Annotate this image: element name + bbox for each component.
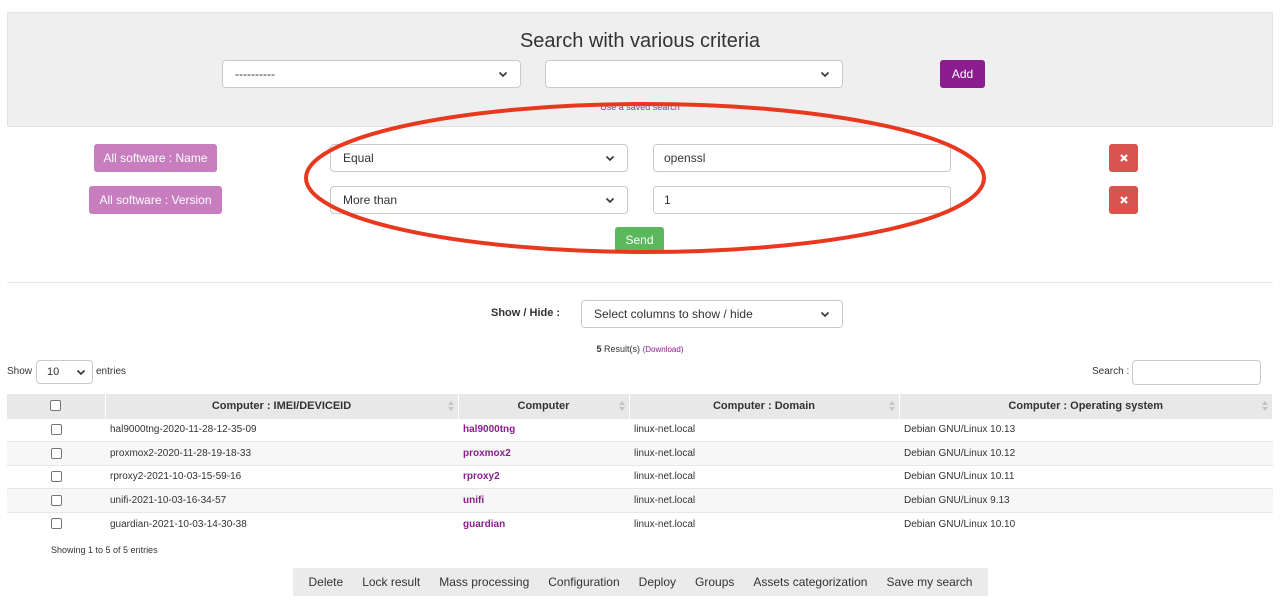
configuration-action[interactable]: Configuration bbox=[548, 575, 619, 589]
computer-link[interactable]: rproxy2 bbox=[463, 471, 500, 482]
mass-processing-action[interactable]: Mass processing bbox=[439, 575, 529, 589]
table-search-input[interactable] bbox=[1132, 360, 1261, 385]
results-suffix: Result(s) bbox=[604, 344, 641, 354]
save-search-action[interactable]: Save my search bbox=[886, 575, 972, 589]
assets-categorization-action[interactable]: Assets categorization bbox=[753, 575, 867, 589]
os-cell: Debian GNU/Linux 10.10 bbox=[899, 511, 1273, 536]
deploy-action[interactable]: Deploy bbox=[639, 575, 676, 589]
close-icon bbox=[1119, 154, 1128, 162]
row-checkbox[interactable] bbox=[50, 471, 62, 483]
column-header[interactable]: Computer : IMEI/DEVICEID bbox=[105, 394, 459, 418]
domain-cell: linux-net.local bbox=[629, 417, 899, 442]
table-row: proxmox2-2020-11-28-19-18-33 proxmox2 li… bbox=[7, 441, 1273, 465]
computer-link[interactable]: hal9000tng bbox=[463, 424, 515, 435]
operator-select-name[interactable]: Equal bbox=[330, 144, 628, 172]
send-button[interactable]: Send bbox=[615, 227, 664, 253]
operator-select-version[interactable]: More than bbox=[330, 186, 628, 214]
show-label: Show bbox=[7, 366, 33, 377]
computer-link[interactable]: guardian bbox=[463, 519, 505, 530]
operator-value: Equal bbox=[343, 151, 374, 165]
os-cell: Debian GNU/Linux 10.11 bbox=[899, 464, 1273, 489]
table-row: rproxy2-2021-10-03-15-59-16 rproxy2 linu… bbox=[7, 464, 1273, 489]
results-count: 5 bbox=[596, 344, 602, 354]
columns-select[interactable]: Select columns to show / hide bbox=[581, 300, 843, 328]
os-cell: Debian GNU/Linux 9.13 bbox=[899, 488, 1273, 512]
groups-action[interactable]: Groups bbox=[695, 575, 734, 589]
show-hide-label: Show / Hide : bbox=[491, 307, 561, 319]
sort-icon bbox=[888, 401, 895, 411]
computer-link[interactable]: unifi bbox=[463, 495, 484, 506]
sort-icon bbox=[618, 401, 625, 411]
select-all-checkbox[interactable] bbox=[50, 400, 62, 412]
domain-cell: linux-net.local bbox=[629, 464, 899, 489]
column-header[interactable]: Computer bbox=[458, 394, 630, 418]
close-icon bbox=[1119, 196, 1128, 204]
remove-criteria-button[interactable] bbox=[1109, 144, 1138, 172]
chevron-down-icon bbox=[498, 71, 508, 78]
select-all-header bbox=[7, 394, 106, 418]
os-cell: Debian GNU/Linux 10.12 bbox=[899, 441, 1273, 465]
criteria-label-version[interactable]: All software : Version bbox=[89, 186, 222, 214]
os-cell: Debian GNU/Linux 10.13 bbox=[899, 417, 1273, 442]
sort-icon bbox=[1262, 401, 1268, 411]
chevron-down-icon bbox=[76, 369, 86, 376]
imei-cell: rproxy2-2021-10-03-15-59-16 bbox=[105, 464, 458, 489]
chevron-down-icon bbox=[605, 197, 615, 204]
entries-length-value: 10 bbox=[47, 366, 60, 378]
table-select[interactable] bbox=[545, 60, 843, 88]
lock-result-action[interactable]: Lock result bbox=[362, 575, 420, 589]
section-divider bbox=[7, 282, 1273, 283]
entries-label: entries bbox=[96, 366, 127, 377]
columns-select-placeholder: Select columns to show / hide bbox=[594, 307, 753, 321]
chevron-down-icon bbox=[820, 71, 830, 78]
row-checkbox[interactable] bbox=[50, 447, 62, 459]
delete-action[interactable]: Delete bbox=[309, 575, 344, 589]
table-row: hal9000tng-2020-11-28-12-35-09 hal9000tn… bbox=[7, 417, 1273, 442]
add-button[interactable]: Add bbox=[940, 60, 985, 88]
computer-link[interactable]: proxmox2 bbox=[463, 448, 511, 459]
imei-cell: proxmox2-2020-11-28-19-18-33 bbox=[105, 441, 458, 465]
table-row: unifi-2021-10-03-16-34-57 unifi linux-ne… bbox=[7, 488, 1273, 512]
chevron-down-icon bbox=[820, 311, 830, 318]
imei-cell: guardian-2021-10-03-14-30-38 bbox=[105, 511, 458, 536]
operator-value: More than bbox=[343, 193, 398, 207]
table-row: guardian-2021-10-03-14-30-38 guardian li… bbox=[7, 511, 1273, 536]
entries-length-select[interactable]: 10 bbox=[36, 360, 93, 384]
row-checkbox[interactable] bbox=[50, 518, 62, 530]
row-checkbox[interactable] bbox=[50, 424, 62, 436]
field-select-value: ---------- bbox=[235, 67, 275, 81]
criteria-value-input-version[interactable]: 1 bbox=[653, 186, 951, 214]
row-checkbox[interactable] bbox=[50, 494, 62, 506]
column-header[interactable]: Computer : Domain bbox=[629, 394, 900, 418]
domain-cell: linux-net.local bbox=[629, 441, 899, 465]
field-select[interactable]: ---------- bbox=[222, 60, 521, 88]
imei-cell: hal9000tng-2020-11-28-12-35-09 bbox=[105, 417, 458, 442]
table-search-label: Search : bbox=[1092, 366, 1130, 377]
domain-cell: linux-net.local bbox=[629, 511, 899, 536]
imei-cell: unifi-2021-10-03-16-34-57 bbox=[105, 488, 458, 512]
column-header[interactable]: Computer : Operating system bbox=[899, 394, 1273, 418]
remove-criteria-button[interactable] bbox=[1109, 186, 1138, 214]
criteria-label-name[interactable]: All software : Name bbox=[94, 144, 217, 172]
results-table: Computer : IMEI/DEVICEID Computer Comput… bbox=[7, 394, 1273, 536]
domain-cell: linux-net.local bbox=[629, 488, 899, 512]
download-link[interactable]: (Download) bbox=[643, 345, 684, 354]
action-bar: Delete Lock result Mass processing Confi… bbox=[293, 568, 988, 596]
criteria-value-input-name[interactable]: openssl bbox=[653, 144, 951, 172]
search-title: Search with various criteria bbox=[519, 30, 761, 52]
chevron-down-icon bbox=[605, 155, 615, 162]
sort-icon bbox=[447, 401, 454, 411]
results-count-line: 5 Result(s) (Download) bbox=[0, 344, 1280, 354]
saved-search-link[interactable]: Use a saved search bbox=[0, 102, 1280, 112]
table-info: Showing 1 to 5 of 5 entries bbox=[51, 545, 158, 555]
